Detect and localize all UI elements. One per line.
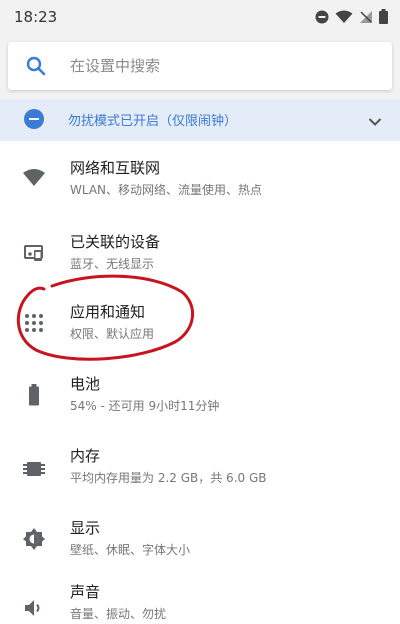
chevron-down-icon[interactable] <box>368 112 382 131</box>
apps-grid-icon <box>22 311 46 335</box>
wifi-icon <box>22 166 46 190</box>
settings-item-connected-devices[interactable]: 已关联的设备 蓝牙、无线显示 <box>0 213 400 285</box>
settings-item-sound[interactable]: 声音 音量、振动、勿扰 <box>0 573 400 624</box>
search-input[interactable] <box>70 54 370 78</box>
search-area <box>0 34 400 98</box>
settings-item-subtitle: 蓝牙、无线显示 <box>70 257 155 271</box>
settings-item-subtitle: WLAN、移动网络、流量使用、热点 <box>70 183 263 197</box>
status-time: 18:23 <box>14 8 58 26</box>
settings-item-subtitle: 54% - 还可用 9小时11分钟 <box>70 399 220 413</box>
volume-icon <box>22 596 46 620</box>
settings-item-title: 电池 <box>70 375 101 393</box>
settings-item-title: 声音 <box>70 583 101 601</box>
status-bar: 18:23 <box>0 0 400 34</box>
settings-item-subtitle: 权限、默认应用 <box>70 327 155 341</box>
settings-item-title: 已关联的设备 <box>70 233 161 251</box>
settings-item-title: 显示 <box>70 519 101 537</box>
dnd-banner-text: 勿扰模式已开启（仅限闹钟） <box>68 114 238 129</box>
settings-item-subtitle: 音量、振动、勿扰 <box>70 607 167 621</box>
settings-item-subtitle: 平均内存用量为 2.2 GB，共 6.0 GB <box>70 471 267 485</box>
search-box[interactable] <box>8 42 392 90</box>
battery-icon <box>22 383 46 407</box>
settings-item-title: 内存 <box>70 447 101 465</box>
settings-item-memory[interactable]: 内存 平均内存用量为 2.2 GB，共 6.0 GB <box>0 429 400 501</box>
settings-item-title: 网络和互联网 <box>70 159 161 177</box>
signal-off-icon <box>359 9 373 28</box>
brightness-icon <box>22 527 46 551</box>
settings-item-apps-notifications[interactable]: 应用和通知 权限、默认应用 <box>0 285 400 357</box>
memory-icon <box>22 457 46 481</box>
search-icon[interactable] <box>25 55 47 81</box>
devices-icon <box>22 241 46 265</box>
dnd-status-icon <box>315 9 329 28</box>
settings-item-display[interactable]: 显示 壁纸、休眠、字体大小 <box>0 501 400 573</box>
settings-list: 网络和互联网 WLAN、移动网络、流量使用、热点 已关联的设备 蓝牙、无线显示 <box>0 141 400 624</box>
dnd-minus-icon <box>24 109 44 129</box>
wifi-status-icon <box>335 9 353 28</box>
settings-item-network[interactable]: 网络和互联网 WLAN、移动网络、流量使用、热点 <box>0 141 400 213</box>
dnd-banner[interactable]: 勿扰模式已开启（仅限闹钟） <box>0 99 400 141</box>
status-icons <box>315 9 388 28</box>
battery-status-icon <box>379 9 388 28</box>
settings-item-title: 应用和通知 <box>70 303 146 321</box>
settings-item-subtitle: 壁纸、休眠、字体大小 <box>70 543 191 557</box>
settings-screen: 18:23 在设置中搜索 勿扰模式已开启（仅限闹钟） 网络和互联网 WLAN、移… <box>0 0 400 624</box>
settings-item-battery[interactable]: 电池 54% - 还可用 9小时11分钟 <box>0 357 400 429</box>
